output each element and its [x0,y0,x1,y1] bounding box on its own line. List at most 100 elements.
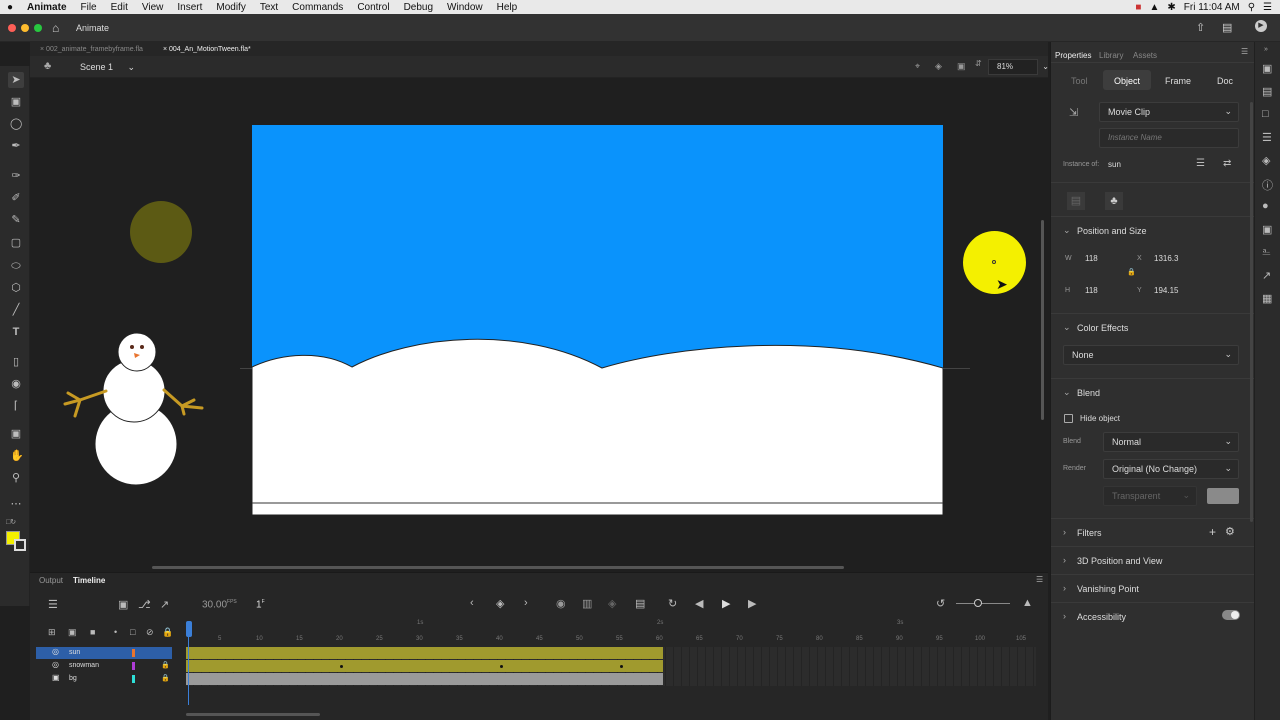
gear-icon[interactable]: ⚙ [1225,525,1235,538]
oval-icon[interactable]: ⬭ [10,260,22,272]
eraser-icon[interactable]: ▯ [10,356,22,368]
eye-icon[interactable]: ◎ [52,647,59,656]
stroke-fill-swap-icon[interactable]: □↻ [6,518,16,526]
delete-layer-icon[interactable]: ■ [90,627,95,637]
subtab-object[interactable]: Object [1103,70,1151,90]
info-icon[interactable]: ⓘ [1262,177,1273,193]
paint-brush-icon[interactable]: ✐ [10,192,22,204]
text-icon[interactable]: T [10,326,22,338]
zoom-window-button[interactable] [34,24,42,32]
menu-view[interactable]: View [135,2,171,13]
center-stage-icon[interactable]: ⌖ [915,61,920,72]
slider-thumb[interactable] [974,599,982,607]
instance-name-input[interactable]: Instance Name [1099,128,1239,148]
transform-panel-icon[interactable]: □ [1262,108,1269,120]
timeline-horizontal-scrollbar[interactable] [186,713,320,716]
parenting-icon[interactable]: ⎇ [138,598,151,611]
sun-offstage[interactable] [130,201,192,263]
tab-assets[interactable]: Assets [1133,51,1157,60]
sun-instance[interactable] [963,231,1026,294]
panel-menu-icon[interactable]: ☰ [1241,47,1248,56]
menu-insert[interactable]: Insert [170,2,209,13]
test-movie-icon[interactable]: ▶ [1255,20,1267,32]
library-panel-icon[interactable]: ▤ [1262,85,1272,98]
color-panel-icon[interactable]: ◈ [1262,154,1270,167]
hand-icon[interactable]: ✋ [10,450,24,462]
height-field[interactable]: 118 [1085,286,1098,295]
snowman[interactable] [60,328,210,498]
apple-icon[interactable]: ● [0,2,20,13]
polystar-icon[interactable]: ⬡ [10,282,22,294]
lock-aspect-icon[interactable]: 🔒 [1127,268,1136,276]
menu-modify[interactable]: Modify [209,2,252,13]
line-icon[interactable]: ╱ [10,304,22,316]
home-icon[interactable]: ⌂ [52,21,59,35]
step-forward-icon[interactable]: ▶ [748,597,756,610]
section-color-effects[interactable]: ⌄ Color Effects [1051,313,1255,341]
edit-multiple-icon[interactable]: ◈ [608,597,616,610]
layer-row-snowman[interactable]: ◎ snowman 🔒 [36,660,172,672]
play-icon[interactable]: ▶ [722,597,730,610]
properties-panel-icon[interactable]: ▣ [1262,62,1272,75]
panel-menu-icon[interactable]: ☰ [1036,575,1043,584]
subtab-tool[interactable]: Tool [1071,76,1088,86]
fit-icon[interactable]: ▣ [957,61,966,72]
blend-dropdown[interactable]: Normal ⌄ [1103,432,1239,452]
wifi-icon[interactable]: ▲ [1149,2,1159,13]
lock-all-icon[interactable]: 🔒 [162,627,173,638]
stage[interactable] [252,125,943,515]
color-effect-dropdown[interactable]: None ⌄ [1063,345,1239,365]
playhead-handle[interactable] [186,621,192,637]
collapse-panels-icon[interactable]: » [1264,46,1268,53]
close-window-button[interactable] [8,24,16,32]
zoom-mountain-icon[interactable]: ▲ [1022,597,1033,609]
zoom-field[interactable]: 81% ⌄ [988,59,1049,75]
menu-help[interactable]: Help [490,2,525,13]
insert-keyframe-icon[interactable]: ◈ [496,597,504,610]
symbol-icon[interactable]: ♣ [1105,192,1123,210]
menubar-clock[interactable]: Fri 11:04 AM [1184,2,1240,13]
lock-icon[interactable]: 🔒 [161,661,170,669]
status-icons[interactable]: ■ [1135,2,1141,13]
new-layer-icon[interactable]: ⊞ [48,627,56,638]
brush-icon[interactable]: ✑ [10,170,22,182]
accessibility-toggle[interactable] [1222,610,1240,620]
frame-grid[interactable] [186,647,1036,686]
subtab-doc[interactable]: Doc [1217,76,1233,86]
fps-display[interactable]: 30.00FPS [202,599,237,610]
properties-scrollbar[interactable] [1250,102,1253,522]
menu-edit[interactable]: Edit [104,2,135,13]
lasso-icon[interactable]: ◯ [10,118,22,130]
section-filters[interactable]: › Filters + ⚙ [1051,518,1255,546]
zoom-stepper-icon[interactable]: ⇵ [975,59,982,68]
section-vanishing-point[interactable]: › Vanishing Point [1051,574,1255,602]
tween-span-snowman[interactable] [186,660,663,672]
tween-span-sun[interactable] [186,647,663,659]
keyframe[interactable] [500,665,503,668]
x-field[interactable]: 1316.3 [1154,254,1178,263]
tab-library[interactable]: Library [1099,51,1123,60]
new-folder-icon[interactable]: ▣ [68,627,77,638]
show-hide-all-icon[interactable]: ⊘ [146,627,154,638]
step-back-icon[interactable]: ◀ [695,597,703,610]
align-panel-icon[interactable]: ☰ [1262,131,1272,144]
doc-tab-active[interactable]: × 004_An_MotionTween.fla* [153,46,261,53]
stroke-color-swatch[interactable] [14,539,26,551]
tab-timeline[interactable]: Timeline [73,576,105,585]
minimize-window-button[interactable] [21,24,29,32]
layer-color-swatch[interactable] [132,649,135,657]
timeline-zoom-slider[interactable] [956,599,1010,607]
notification-center-icon[interactable]: ☰ [1263,2,1272,13]
menu-debug[interactable]: Debug [397,2,440,13]
loop-icon[interactable]: ↻ [668,597,677,610]
add-filter-icon[interactable]: + [1209,525,1216,539]
keyframe[interactable] [340,665,343,668]
menu-file[interactable]: File [74,2,104,13]
tab-output[interactable]: Output [39,576,63,585]
motion-presets-icon[interactable]: ● [1262,200,1269,212]
layer-color-swatch[interactable] [132,662,135,670]
menu-commands[interactable]: Commands [285,2,350,13]
symbol-type-dropdown[interactable]: Movie Clip ⌄ [1099,102,1239,122]
layers-icon[interactable]: ☰ [48,598,58,611]
code-snippets-icon[interactable]: ⎁ [1262,246,1271,259]
